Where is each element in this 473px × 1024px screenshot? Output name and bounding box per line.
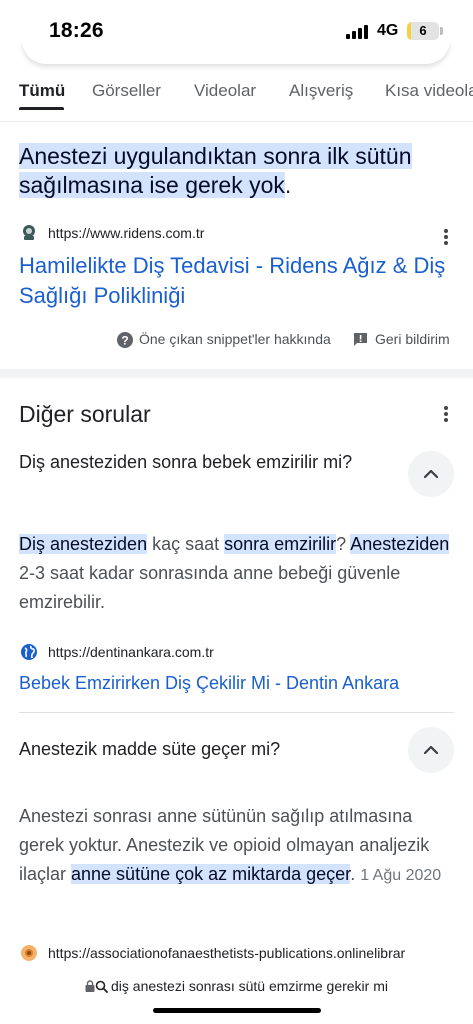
chevron-up-icon xyxy=(423,745,439,755)
answer-1-text: ? xyxy=(336,534,351,554)
tab-short-videos[interactable]: Kısa videolar xyxy=(385,81,473,101)
lock-icon xyxy=(85,980,95,992)
globe-icon xyxy=(21,644,37,660)
about-snippets-label: Öne çıkan snippet'ler hakkında xyxy=(139,331,331,347)
help-icon: ? xyxy=(117,332,133,348)
answer-2-source-url: https://associationofanaesthetists-publi… xyxy=(48,945,406,961)
feedback-label: Geri bildirim xyxy=(375,331,450,347)
signal-icon xyxy=(346,24,371,39)
url-display[interactable]: diş anestezi sonrası sütü emzirme gereki… xyxy=(0,978,473,994)
tab-videos[interactable]: Videolar xyxy=(194,81,256,101)
collapse-question-2-button[interactable] xyxy=(408,727,454,773)
more-options-icon[interactable] xyxy=(444,229,448,245)
snippet-source-row[interactable]: https://www.ridens.com.tr xyxy=(19,224,459,245)
tab-images[interactable]: Görseller xyxy=(92,81,161,101)
question-1[interactable]: Diş anesteziden sonra bebek emzirilir mi… xyxy=(19,450,379,474)
answer-2-date: 1 Ağu 2020 xyxy=(360,867,442,884)
answer-2-text: . xyxy=(350,864,361,884)
tab-shopping[interactable]: Alışveriş xyxy=(289,81,353,101)
snippet-highlight: Anestezi uygulandıktan sonra ilk sütün s… xyxy=(19,143,412,198)
question-divider xyxy=(19,712,454,713)
home-indicator xyxy=(153,1008,321,1013)
search-tabs: Tümü Görseller Videolar Alışveriş Kısa v… xyxy=(0,66,473,122)
answer-1-text: 2-3 saat kadar sonrasında anne bebeği gü… xyxy=(19,563,401,612)
feedback-icon xyxy=(354,333,367,346)
browser-url-bar[interactable]: diş anestezi sonrası sütü emzirme gereki… xyxy=(0,962,473,1024)
feedback-button[interactable]: Geri bildirim xyxy=(353,331,458,351)
answer-1-source-row[interactable]: https://dentinankara.com.tr xyxy=(19,643,459,663)
more-options-icon[interactable] xyxy=(444,406,448,422)
url-text: diş anestezi sonrası sütü emzirme gereki… xyxy=(111,978,388,994)
answer-1-source-url: https://dentinankara.com.tr xyxy=(48,644,214,660)
battery-icon: 6 xyxy=(407,22,439,40)
snippet-tail: . xyxy=(284,172,292,198)
answer-2-highlight: anne sütüne çok az miktarda geçer xyxy=(71,864,351,884)
answer-2: Anestezi sonrası anne sütünün sağılıp at… xyxy=(19,802,459,890)
answer-1-highlight: Diş anesteziden xyxy=(19,534,148,554)
battery-cap xyxy=(440,27,443,35)
chevron-up-icon xyxy=(423,469,439,479)
collapse-question-1-button[interactable] xyxy=(408,451,454,497)
other-questions-title: Diğer sorular xyxy=(19,401,151,427)
answer-1: Diş anesteziden kaç saat sonra emzirilir… xyxy=(19,530,459,617)
answer-1-text: kaç saat xyxy=(147,534,225,554)
search-icon xyxy=(95,980,108,993)
answer-2-source-row[interactable]: https://associationofanaesthetists-publi… xyxy=(19,944,459,964)
answer-1-source-link[interactable]: Bebek Emzirirken Diş Çekilir Mi - Dentin… xyxy=(19,673,399,694)
featured-snippet-text: Anestezi uygulandıktan sonra ilk sütün s… xyxy=(19,142,459,200)
ridens-favicon xyxy=(23,225,35,240)
battery-level: 6 xyxy=(419,23,427,38)
tab-all[interactable]: Tümü xyxy=(19,81,65,101)
section-divider xyxy=(0,369,473,378)
answer-1-highlight: Anesteziden xyxy=(350,534,450,554)
sunflower-favicon xyxy=(21,945,37,961)
answer-1-highlight: sonra emzirilir xyxy=(224,534,337,554)
about-snippets-button[interactable]: ? Öne çıkan snippet'ler hakkında xyxy=(117,331,342,351)
active-tab-indicator xyxy=(19,107,64,110)
svg-text:?: ? xyxy=(121,334,128,348)
question-2[interactable]: Anestezik madde süte geçer mi? xyxy=(19,737,379,761)
network-label: 4G xyxy=(377,22,399,39)
status-time: 18:26 xyxy=(49,19,104,42)
snippet-source-url: https://www.ridens.com.tr xyxy=(48,225,205,241)
snippet-result-link[interactable]: Hamilelikte Diş Tedavisi - Ridens Ağız &… xyxy=(19,251,459,311)
